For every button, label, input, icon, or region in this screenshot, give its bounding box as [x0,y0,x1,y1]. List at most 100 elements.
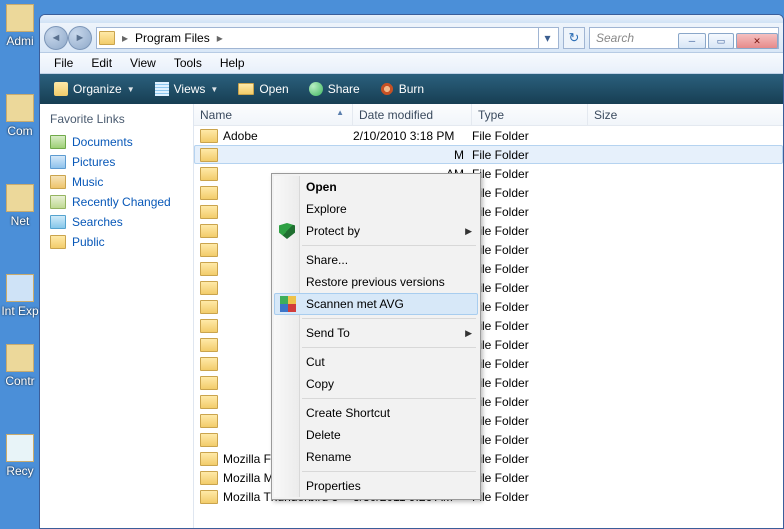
file-type: File Folder [472,414,588,428]
music-icon [50,175,66,189]
toolbar: Organize▼ Views▼ Open Share Burn [40,74,783,104]
file-type: File Folder [472,395,588,409]
close-button[interactable]: ✕ [736,33,778,49]
open-icon [238,83,254,95]
sidebar-item-recently-changed[interactable]: Recently Changed [50,192,183,212]
breadcrumb-segment[interactable]: Program Files [131,28,214,48]
folder-icon [200,414,218,428]
share-icon [309,82,323,96]
file-name: Adobe [223,129,353,143]
search-folder-icon [50,215,66,229]
folder-icon [200,338,218,352]
table-row[interactable]: Adobe2/10/2010 3:18 PMFile Folder [194,126,783,145]
folder-icon [200,452,218,466]
submenu-arrow-icon: ▶ [465,226,472,237]
ctx-copy[interactable]: Copy [274,373,478,395]
desktop-icon-label: Com [7,124,32,138]
desktop-icon-label: Contr [5,374,34,388]
avg-icon [280,296,296,312]
file-type: File Folder [472,490,588,504]
file-type: File Folder [472,281,588,295]
folder-icon [200,243,218,257]
recent-icon [50,195,66,209]
menu-view[interactable]: View [122,54,164,72]
file-type: File Folder [472,243,588,257]
ctx-share[interactable]: Share... [274,249,478,271]
ctx-scan-avg[interactable]: Scannen met AVG [274,293,478,315]
share-button[interactable]: Share [301,79,368,99]
menu-tools[interactable]: Tools [166,54,210,72]
file-type: File Folder [472,205,588,219]
breadcrumb-separator[interactable]: ▸ [119,31,131,45]
folder-icon [200,471,218,485]
sort-asc-icon: ▲ [336,108,344,117]
address-dropdown[interactable]: ▾ [538,27,556,49]
folder-icon [200,148,218,162]
table-row[interactable]: MFile Folder [194,145,783,164]
refresh-button[interactable]: ↻ [563,27,585,49]
file-type: File Folder [472,471,588,485]
sidebar-item-music[interactable]: Music [50,172,183,192]
nav-back-button[interactable]: ◄ [44,26,68,50]
maximize-button[interactable]: ▭ [708,33,734,49]
favorite-links-header: Favorite Links [50,112,183,126]
ctx-protect-by[interactable]: Protect by▶ [274,220,478,242]
column-header-date[interactable]: Date modified [353,104,472,125]
column-header-type[interactable]: Type [472,104,588,125]
folder-icon [200,376,218,390]
sidebar-item-pictures[interactable]: Pictures [50,152,183,172]
folder-icon [200,205,218,219]
ctx-rename[interactable]: Rename [274,446,478,468]
burn-button[interactable]: Burn [372,79,432,99]
views-button[interactable]: Views▼ [147,79,227,99]
column-header-name[interactable]: Name▲ [194,104,353,125]
sidebar-item-documents[interactable]: Documents [50,132,183,152]
menu-edit[interactable]: Edit [83,54,120,72]
folder-icon [200,357,218,371]
desktop-icon-label: Recy [6,464,33,478]
ctx-cut[interactable]: Cut [274,351,478,373]
ctx-properties[interactable]: Properties [274,475,478,497]
file-date: M [353,148,472,162]
ctx-open[interactable]: Open [274,176,478,198]
documents-icon [50,135,66,149]
column-header-size[interactable]: Size [588,104,783,125]
file-type: File Folder [472,224,588,238]
public-icon [50,235,66,249]
breadcrumb[interactable]: ▸ Program Files ▸ ▾ [96,27,559,49]
file-type: File Folder [472,357,588,371]
open-button[interactable]: Open [230,79,296,99]
context-menu: Open Explore Protect by▶ Share... Restor… [271,173,481,500]
file-type: File Folder [472,433,588,447]
file-type: File Folder [472,148,588,162]
file-type: File Folder [472,452,588,466]
ctx-delete[interactable]: Delete [274,424,478,446]
folder-icon [200,186,218,200]
pictures-icon [50,155,66,169]
desktop-icon-label: Net [11,214,30,228]
ctx-restore-previous[interactable]: Restore previous versions [274,271,478,293]
file-type: File Folder [472,338,588,352]
organize-button[interactable]: Organize▼ [46,79,143,99]
sidebar-item-searches[interactable]: Searches [50,212,183,232]
file-date: 2/10/2010 3:18 PM [353,129,472,143]
folder-icon [200,167,218,181]
desktop-icon-label: Admi [6,34,33,48]
sidebar: Favorite Links Documents Pictures Music … [40,104,194,528]
ctx-create-shortcut[interactable]: Create Shortcut [274,402,478,424]
explorer-window: ─ ▭ ✕ ◄ ► ▸ Program Files ▸ ▾ ↻ Search F… [39,14,784,529]
menu-file[interactable]: File [46,54,81,72]
ctx-send-to[interactable]: Send To▶ [274,322,478,344]
folder-icon [200,129,218,143]
minimize-button[interactable]: ─ [678,33,706,49]
desktop-icon-label: Int Exp [1,304,38,318]
nav-forward-button[interactable]: ► [68,26,92,50]
breadcrumb-separator[interactable]: ▸ [214,31,226,45]
shield-icon [279,223,295,239]
folder-icon [200,490,218,504]
file-type: File Folder [472,262,588,276]
menu-help[interactable]: Help [212,54,253,72]
ctx-explore[interactable]: Explore [274,198,478,220]
file-type: File Folder [472,186,588,200]
sidebar-item-public[interactable]: Public [50,232,183,252]
